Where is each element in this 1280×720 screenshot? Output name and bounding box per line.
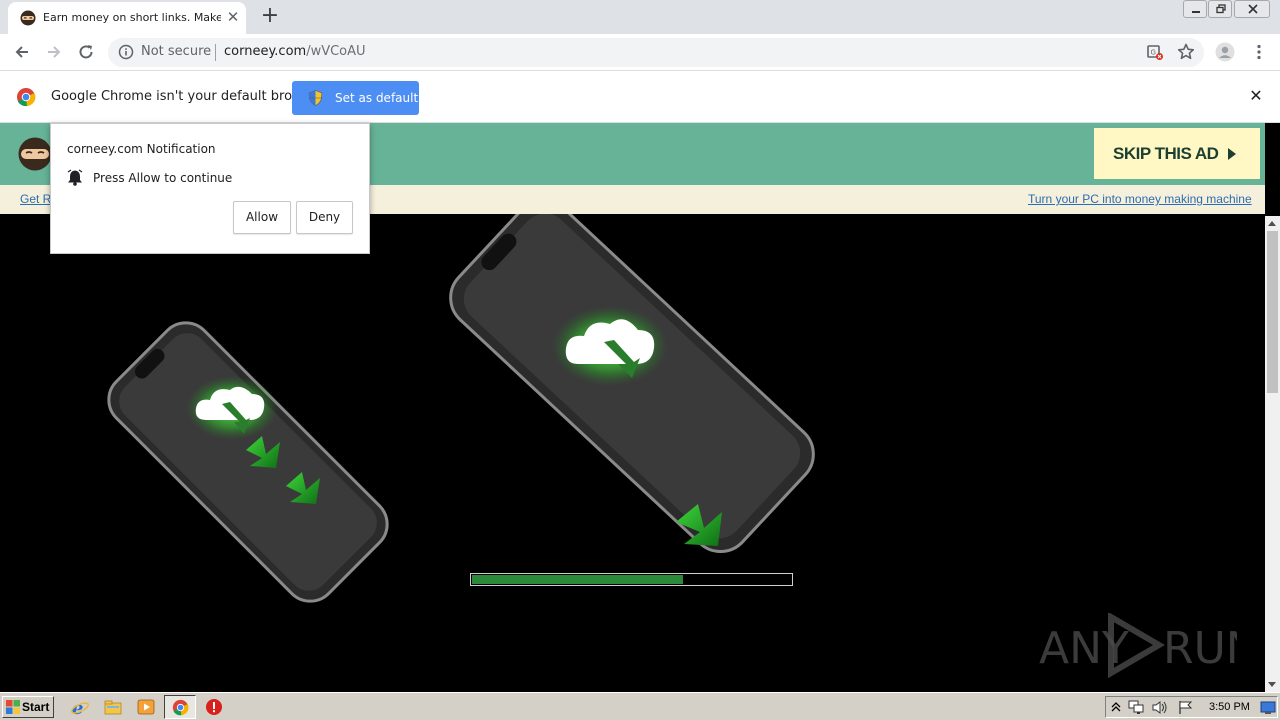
taskbar-clock: 3:50 PM bbox=[1209, 701, 1250, 713]
svg-text:G: G bbox=[1151, 49, 1156, 57]
media-player-icon[interactable] bbox=[137, 698, 155, 716]
scroll-down-icon[interactable] bbox=[1268, 682, 1276, 687]
volume-icon[interactable] bbox=[1152, 700, 1168, 715]
bookmark-star-icon[interactable] bbox=[1176, 42, 1196, 62]
infobar-close-icon[interactable]: ✕ bbox=[1246, 86, 1266, 106]
ninja-logo-icon bbox=[18, 137, 52, 171]
translate-blocked-icon[interactable]: G bbox=[1145, 42, 1165, 62]
windows-taskbar: Start e 3:50 PM bbox=[0, 692, 1280, 720]
tab-title: Earn money on short links. Make short li… bbox=[43, 11, 221, 24]
restore-window-icon[interactable] bbox=[1208, 0, 1232, 18]
new-tab-icon[interactable]: + bbox=[259, 4, 281, 28]
network-icon[interactable] bbox=[1128, 700, 1144, 715]
scroll-up-icon[interactable] bbox=[1268, 221, 1276, 226]
pc-money-link[interactable]: Turn your PC into money making machine bbox=[1028, 192, 1252, 206]
infobar-message: Google Chrome isn't your default browser bbox=[51, 89, 323, 104]
notification-message: Press Allow to continue bbox=[93, 171, 233, 185]
allow-button[interactable]: Allow bbox=[233, 201, 291, 234]
back-icon[interactable] bbox=[12, 42, 32, 62]
set-as-default-label: Set as default bbox=[335, 91, 419, 105]
bell-icon bbox=[67, 169, 83, 186]
file-explorer-icon[interactable] bbox=[104, 698, 122, 716]
small-phone-image bbox=[107, 321, 389, 603]
tab-close-icon[interactable]: ✕ bbox=[224, 8, 242, 26]
skip-ad-button[interactable]: SKIP THIS AD bbox=[1094, 128, 1260, 179]
start-label: Start bbox=[22, 700, 50, 714]
ninja-favicon-icon bbox=[20, 10, 36, 26]
skip-arrow-icon bbox=[1228, 148, 1236, 160]
left-ad-link[interactable]: Get R bbox=[20, 192, 51, 206]
url-host: corneey.com bbox=[224, 44, 307, 59]
address-bar[interactable]: Not secure corneey.com/wVCoAU bbox=[108, 38, 1204, 67]
progress-fill bbox=[472, 575, 683, 584]
profile-avatar-icon[interactable] bbox=[1215, 42, 1235, 62]
address-separator bbox=[215, 44, 216, 61]
tab-strip: Earn money on short links. Make short li… bbox=[0, 0, 1280, 34]
scroll-thumb[interactable] bbox=[1267, 231, 1278, 393]
windows-flag-icon bbox=[6, 700, 20, 714]
site-info-icon[interactable] bbox=[118, 44, 134, 60]
forward-icon[interactable] bbox=[44, 42, 64, 62]
url-text[interactable]: corneey.com/wVCoAU bbox=[224, 44, 366, 59]
skip-ad-label: SKIP THIS AD bbox=[1113, 144, 1219, 163]
large-phone-image bbox=[449, 214, 815, 553]
minimize-window-icon[interactable] bbox=[1183, 0, 1207, 18]
security-label: Not secure bbox=[141, 44, 212, 59]
set-as-default-button[interactable]: Set as default bbox=[292, 81, 419, 115]
svg-text:ANY: ANY bbox=[1039, 623, 1129, 674]
notification-permission-popup: corneey.com Notification Press Allow to … bbox=[50, 123, 370, 254]
chrome-logo-icon bbox=[17, 88, 36, 107]
deny-button[interactable]: Deny bbox=[296, 201, 353, 234]
browser-toolbar: Not secure corneey.com/wVCoAU G bbox=[0, 34, 1280, 71]
uac-shield-icon bbox=[308, 90, 323, 106]
reload-icon[interactable] bbox=[76, 42, 96, 62]
show-desktop-icon[interactable] bbox=[1260, 700, 1276, 715]
page-scrollbar[interactable] bbox=[1265, 216, 1280, 692]
start-button[interactable]: Start bbox=[2, 696, 54, 718]
url-path: /wVCoAU bbox=[306, 44, 366, 59]
chrome-taskbar-button[interactable] bbox=[164, 695, 196, 719]
anyrun-watermark-icon: ANY RUN bbox=[1039, 613, 1237, 679]
default-browser-infobar: Google Chrome isn't your default browser… bbox=[0, 71, 1280, 123]
loading-progress-bar bbox=[470, 573, 793, 586]
browser-menu-icon[interactable] bbox=[1249, 42, 1269, 62]
close-window-icon[interactable] bbox=[1234, 0, 1270, 18]
notification-origin: corneey.com Notification bbox=[67, 142, 216, 156]
stop-sign-icon[interactable] bbox=[205, 698, 223, 716]
screen: Earn money on short links. Make short li… bbox=[0, 0, 1280, 720]
action-center-flag-icon[interactable] bbox=[1178, 700, 1194, 715]
show-hidden-icons-icon[interactable] bbox=[1111, 701, 1121, 713]
internet-explorer-icon[interactable]: e bbox=[71, 698, 89, 716]
browser-tab[interactable]: Earn money on short links. Make short li… bbox=[8, 2, 246, 34]
chrome-taskbar-icon bbox=[172, 699, 189, 716]
svg-text:RUN: RUN bbox=[1163, 623, 1237, 674]
system-tray: 3:50 PM bbox=[1105, 696, 1278, 718]
